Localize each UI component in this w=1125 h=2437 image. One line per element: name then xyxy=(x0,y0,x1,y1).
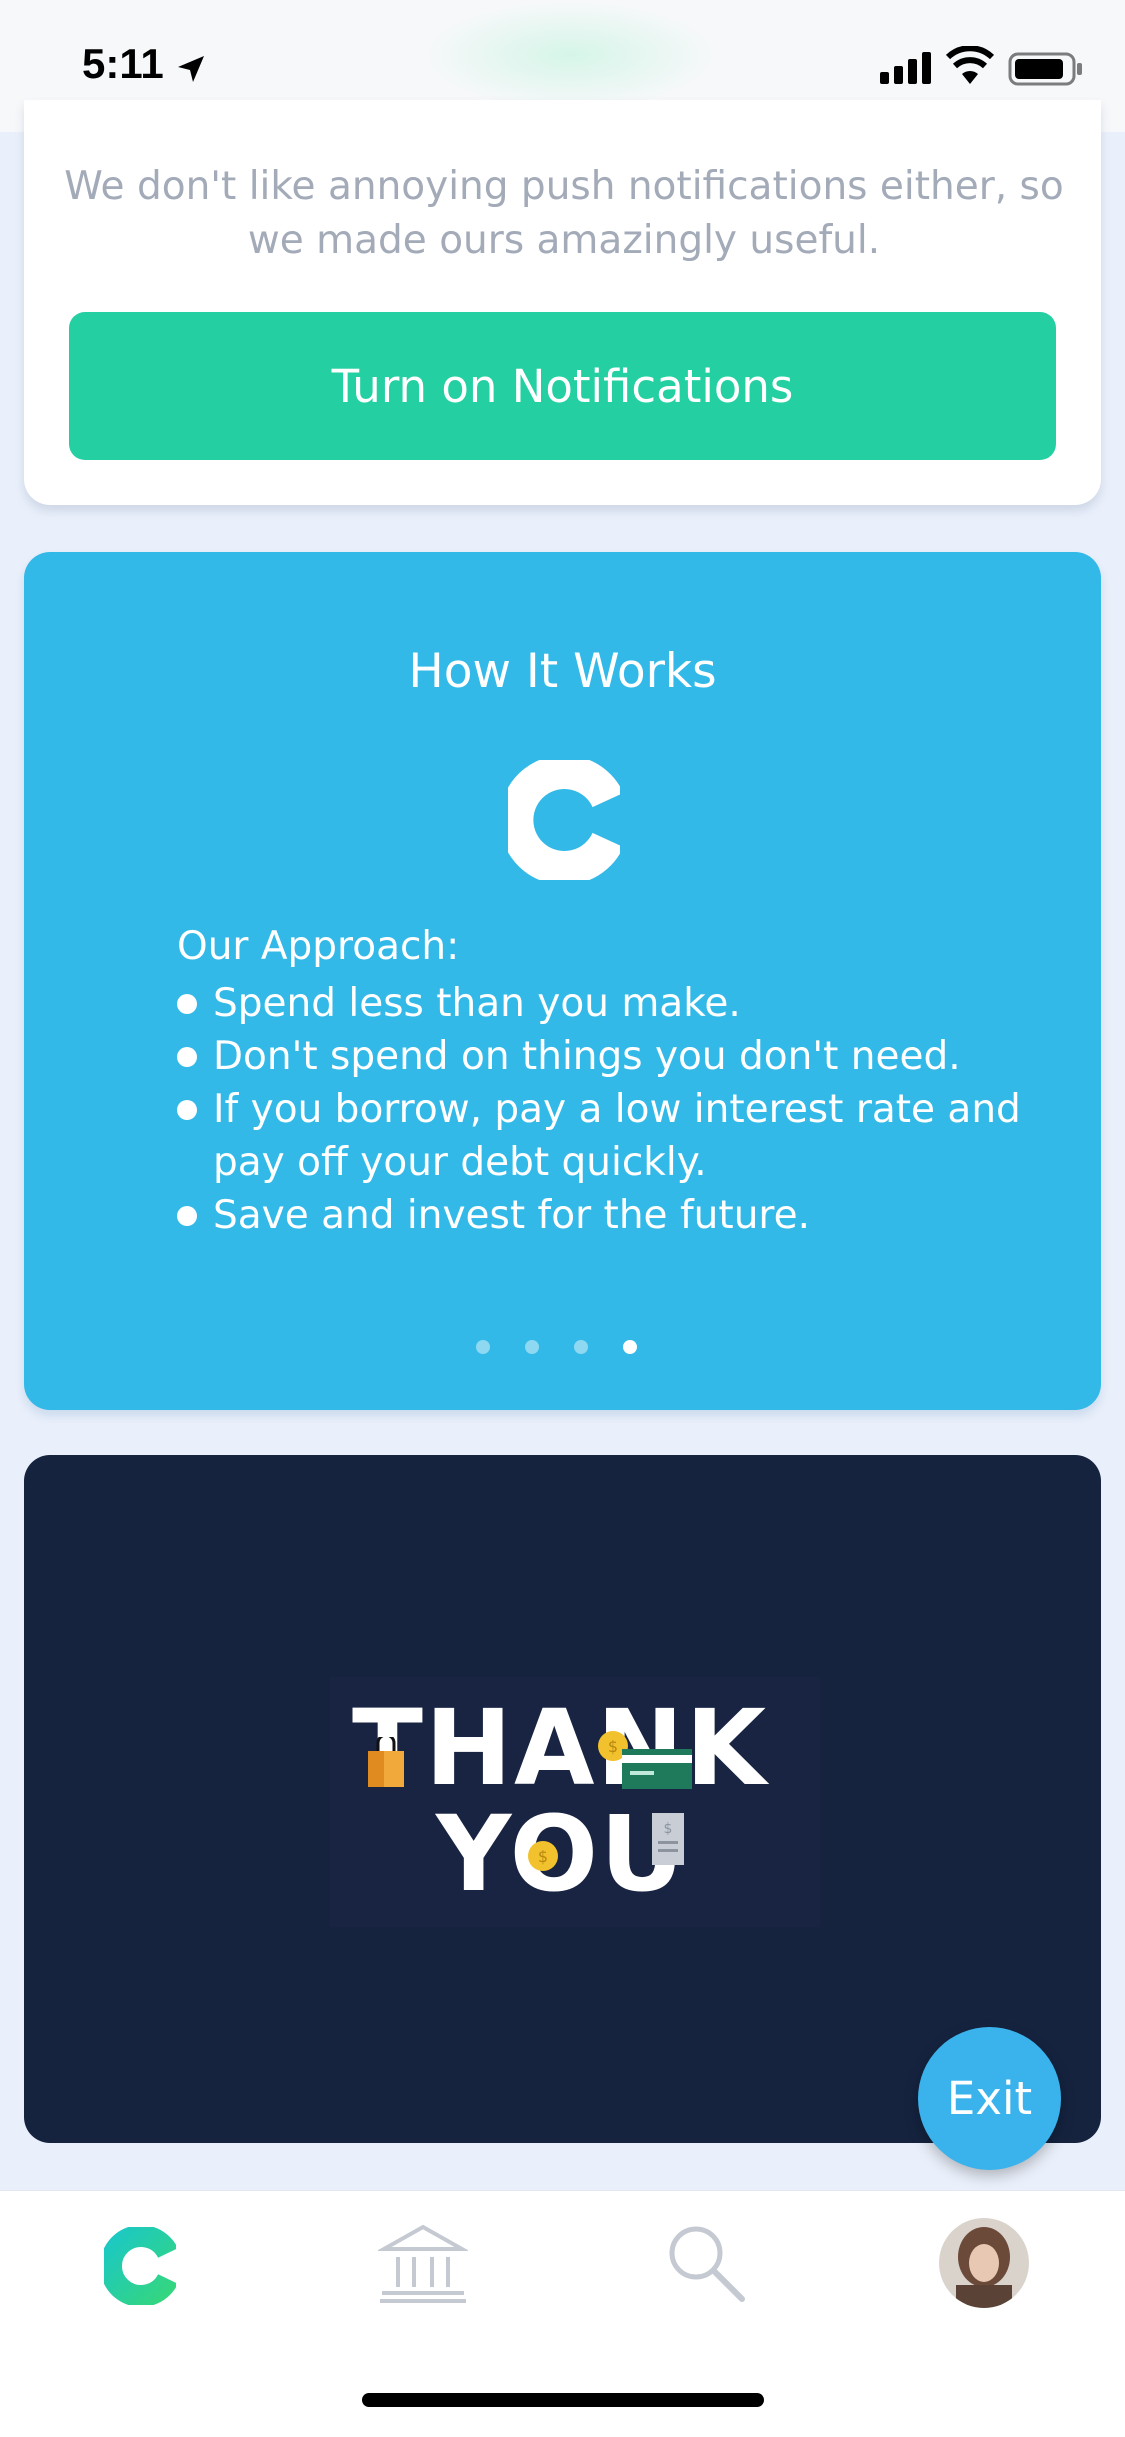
approach-heading: Our Approach: xyxy=(177,924,460,969)
home-indicator xyxy=(362,2393,764,2407)
approach-item: If you borrow, pay a low interest rate a… xyxy=(177,1083,1057,1189)
thank-you-card: THANK YOU $ $ $ xyxy=(24,1455,1101,2143)
clarity-logo-icon xyxy=(508,760,620,880)
how-it-works-card[interactable]: How It Works Our Approach: Spend less th… xyxy=(24,552,1101,1410)
cellular-signal-icon xyxy=(880,52,931,84)
approach-item: Save and invest for the future. xyxy=(177,1189,1057,1242)
status-glow xyxy=(420,0,720,110)
svg-text:$: $ xyxy=(538,1847,548,1866)
receipt-icon: $ xyxy=(652,1813,684,1865)
approach-item: Don't spend on things you don't need. xyxy=(177,1030,1057,1083)
how-it-works-title: How It Works xyxy=(408,644,717,699)
tab-profile[interactable] xyxy=(886,2191,1086,2341)
coin-icon: $ xyxy=(528,1841,558,1871)
wifi-icon xyxy=(945,46,995,84)
search-icon xyxy=(669,2226,745,2302)
status-time: 5:11 xyxy=(82,40,164,87)
notifications-card: We don't like annoying push notification… xyxy=(24,100,1101,505)
thank-you-text-line1: THANK xyxy=(352,1687,769,1809)
approach-item-text: Spend less than you make. xyxy=(213,981,741,1026)
tab-home[interactable] xyxy=(40,2191,240,2341)
notifications-description: We don't like annoying push notification… xyxy=(64,164,1064,263)
bullet-icon xyxy=(177,1047,197,1067)
svg-text:$: $ xyxy=(608,1737,618,1756)
thank-you-text-line2: YOU xyxy=(436,1793,687,1915)
page-dot-1[interactable] xyxy=(476,1340,490,1354)
approach-item-text: Don't spend on things you don't need. xyxy=(213,1034,961,1079)
bullet-icon xyxy=(177,1100,197,1120)
turn-on-notifications-button[interactable]: Turn on Notifications xyxy=(69,312,1056,460)
profile-avatar xyxy=(939,2218,1029,2308)
approach-list: Spend less than you make. Don't spend on… xyxy=(177,977,1057,1242)
approach-item: Spend less than you make. xyxy=(177,977,1057,1030)
exit-button[interactable]: Exit xyxy=(918,2027,1061,2170)
battery-icon xyxy=(1008,52,1082,86)
tab-accounts[interactable] xyxy=(322,2191,522,2341)
shopping-bag-icon xyxy=(368,1737,404,1787)
page-dot-2[interactable] xyxy=(525,1340,539,1354)
thank-you-illustration: THANK YOU $ $ $ xyxy=(330,1677,820,1927)
bank-icon xyxy=(378,2224,468,2303)
approach-item-text: Save and invest for the future. xyxy=(213,1193,810,1238)
svg-text:$: $ xyxy=(664,1821,673,1837)
credit-card-icon xyxy=(622,1749,692,1789)
bullet-icon xyxy=(177,994,197,1014)
page-dot-4[interactable] xyxy=(623,1340,637,1354)
tab-search[interactable] xyxy=(604,2191,804,2341)
page-dot-3[interactable] xyxy=(574,1340,588,1354)
approach-item-text: If you borrow, pay a low interest rate a… xyxy=(213,1087,1021,1185)
bullet-icon xyxy=(177,1206,197,1226)
location-arrow-icon xyxy=(178,56,204,82)
clarity-logo-icon xyxy=(104,2227,176,2305)
